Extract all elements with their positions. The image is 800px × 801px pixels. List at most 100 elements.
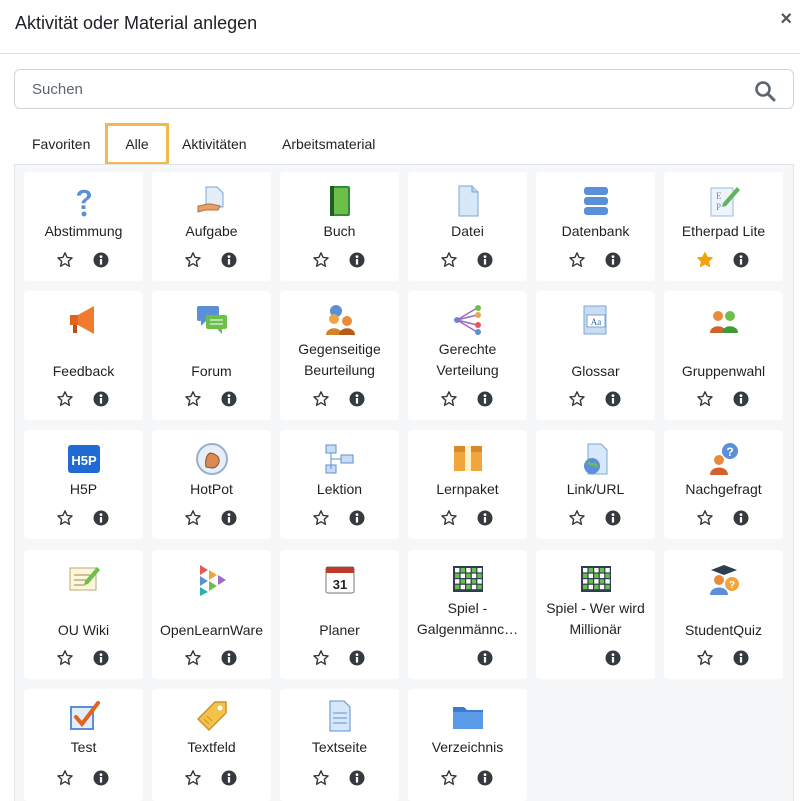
star-icon[interactable]: [312, 390, 330, 408]
star-icon[interactable]: [568, 390, 586, 408]
module-card-lernpaket[interactable]: Lernpaket: [408, 430, 527, 539]
info-icon[interactable]: [733, 510, 749, 526]
star-icon[interactable]: [56, 509, 74, 527]
module-card-aufgabe[interactable]: Aufgabe: [152, 172, 271, 281]
module-card-spiel-wer-wird-million-r[interactable]: Spiel - Wer wird Millionär: [536, 550, 655, 679]
info-icon[interactable]: [93, 770, 109, 786]
star-icon[interactable]: [696, 649, 714, 667]
module-card-lektion[interactable]: Lektion: [280, 430, 399, 539]
peer-review-icon: [323, 303, 357, 337]
info-icon[interactable]: [733, 650, 749, 666]
module-name: Lektion: [282, 479, 397, 500]
star-icon[interactable]: [184, 509, 202, 527]
info-icon[interactable]: [93, 252, 109, 268]
info-icon[interactable]: [349, 770, 365, 786]
star-icon[interactable]: [56, 251, 74, 269]
module-name-line: StudentQuiz: [684, 622, 763, 638]
module-card-datenbank[interactable]: Datenbank: [536, 172, 655, 281]
module-name-line: Buch: [323, 223, 356, 239]
star-icon[interactable]: [440, 390, 458, 408]
module-card-spiel-galgenm-nnc[interactable]: Spiel - Galgenmännc…: [408, 550, 527, 679]
module-card-textfeld[interactable]: Textfeld: [152, 689, 271, 801]
module-card-etherpad-lite[interactable]: E P Etherpad Lite: [664, 172, 783, 281]
info-icon[interactable]: [477, 770, 493, 786]
module-name-line: OpenLearnWare: [160, 622, 263, 638]
star-icon[interactable]: [184, 251, 202, 269]
module-card-textseite[interactable]: Textseite: [280, 689, 399, 801]
module-card-glossar[interactable]: Aa Glossar: [536, 291, 655, 420]
info-icon[interactable]: [349, 252, 365, 268]
module-card-gruppenwahl[interactable]: Gruppenwahl: [664, 291, 783, 420]
module-card-verzeichnis[interactable]: Verzeichnis: [408, 689, 527, 801]
star-icon[interactable]: [568, 509, 586, 527]
module-card-datei[interactable]: Datei: [408, 172, 527, 281]
info-icon[interactable]: [477, 650, 493, 666]
info-icon[interactable]: [733, 391, 749, 407]
info-icon[interactable]: [93, 650, 109, 666]
info-icon[interactable]: [477, 510, 493, 526]
info-icon[interactable]: [605, 650, 621, 666]
info-icon[interactable]: [93, 510, 109, 526]
module-card-buch[interactable]: Buch: [280, 172, 399, 281]
svg-text:Aa: Aa: [591, 317, 602, 327]
star-icon[interactable]: [312, 251, 330, 269]
module-card-hotpot[interactable]: HotPot: [152, 430, 271, 539]
info-icon[interactable]: [349, 650, 365, 666]
module-card-abstimmung[interactable]: ? Abstimmung: [24, 172, 143, 281]
search-icon[interactable]: [754, 80, 776, 102]
module-card-test[interactable]: Test: [24, 689, 143, 801]
info-icon[interactable]: [605, 510, 621, 526]
module-card-studentquiz[interactable]: ? StudentQuiz: [664, 550, 783, 679]
star-icon[interactable]: [312, 509, 330, 527]
star-icon[interactable]: [184, 390, 202, 408]
star-icon[interactable]: [184, 649, 202, 667]
star-icon[interactable]: [696, 509, 714, 527]
module-card-gerechte-verteilung[interactable]: Gerechte Verteilung: [408, 291, 527, 420]
info-icon[interactable]: [221, 770, 237, 786]
module-name-line: Datei: [451, 223, 484, 239]
info-icon[interactable]: [605, 252, 621, 268]
module-card-gegenseitige-beurteilung[interactable]: Gegenseitige Beurteilung: [280, 291, 399, 420]
module-card-nachgefragt[interactable]: ? Nachgefragt: [664, 430, 783, 539]
star-icon[interactable]: [56, 649, 74, 667]
info-icon[interactable]: [221, 510, 237, 526]
module-card-h5p[interactable]: H5P H5P: [24, 430, 143, 539]
info-icon[interactable]: [221, 391, 237, 407]
star-icon[interactable]: [184, 769, 202, 787]
star-filled-icon[interactable]: [696, 251, 714, 269]
star-icon[interactable]: [568, 251, 586, 269]
question-mark-icon: ?: [67, 184, 101, 218]
star-icon[interactable]: [56, 390, 74, 408]
star-icon[interactable]: [696, 390, 714, 408]
module-card-forum[interactable]: Forum: [152, 291, 271, 420]
info-icon[interactable]: [477, 391, 493, 407]
search-input[interactable]: [15, 70, 735, 108]
module-name-line: Lektion: [316, 481, 363, 497]
info-icon[interactable]: [221, 650, 237, 666]
star-icon[interactable]: [440, 509, 458, 527]
star-icon[interactable]: [56, 769, 74, 787]
info-icon[interactable]: [477, 252, 493, 268]
info-icon[interactable]: [93, 391, 109, 407]
tab-alle[interactable]: Alle: [105, 123, 169, 165]
module-card-openlearnware[interactable]: OpenLearnWare: [152, 550, 271, 679]
close-icon[interactable]: ×: [780, 8, 792, 30]
info-icon[interactable]: [349, 510, 365, 526]
star-icon[interactable]: [312, 649, 330, 667]
tab-favoriten[interactable]: Favoriten: [32, 123, 90, 165]
info-icon[interactable]: [733, 252, 749, 268]
info-icon[interactable]: [605, 391, 621, 407]
module-card-planer[interactable]: 31 Planer: [280, 550, 399, 679]
module-card-feedback[interactable]: Feedback: [24, 291, 143, 420]
module-card-link-url[interactable]: Link/URL: [536, 430, 655, 539]
module-card-ou-wiki[interactable]: OU Wiki: [24, 550, 143, 679]
star-icon[interactable]: [312, 769, 330, 787]
search-box: [14, 69, 794, 109]
info-icon[interactable]: [221, 252, 237, 268]
info-icon[interactable]: [349, 391, 365, 407]
star-icon[interactable]: [440, 769, 458, 787]
tab-aktivitaeten[interactable]: Aktivitäten: [182, 123, 247, 165]
star-icon[interactable]: [440, 251, 458, 269]
module-name-line: Etherpad Lite: [681, 223, 766, 239]
tab-arbeitsmaterial[interactable]: Arbeitsmaterial: [282, 123, 375, 165]
